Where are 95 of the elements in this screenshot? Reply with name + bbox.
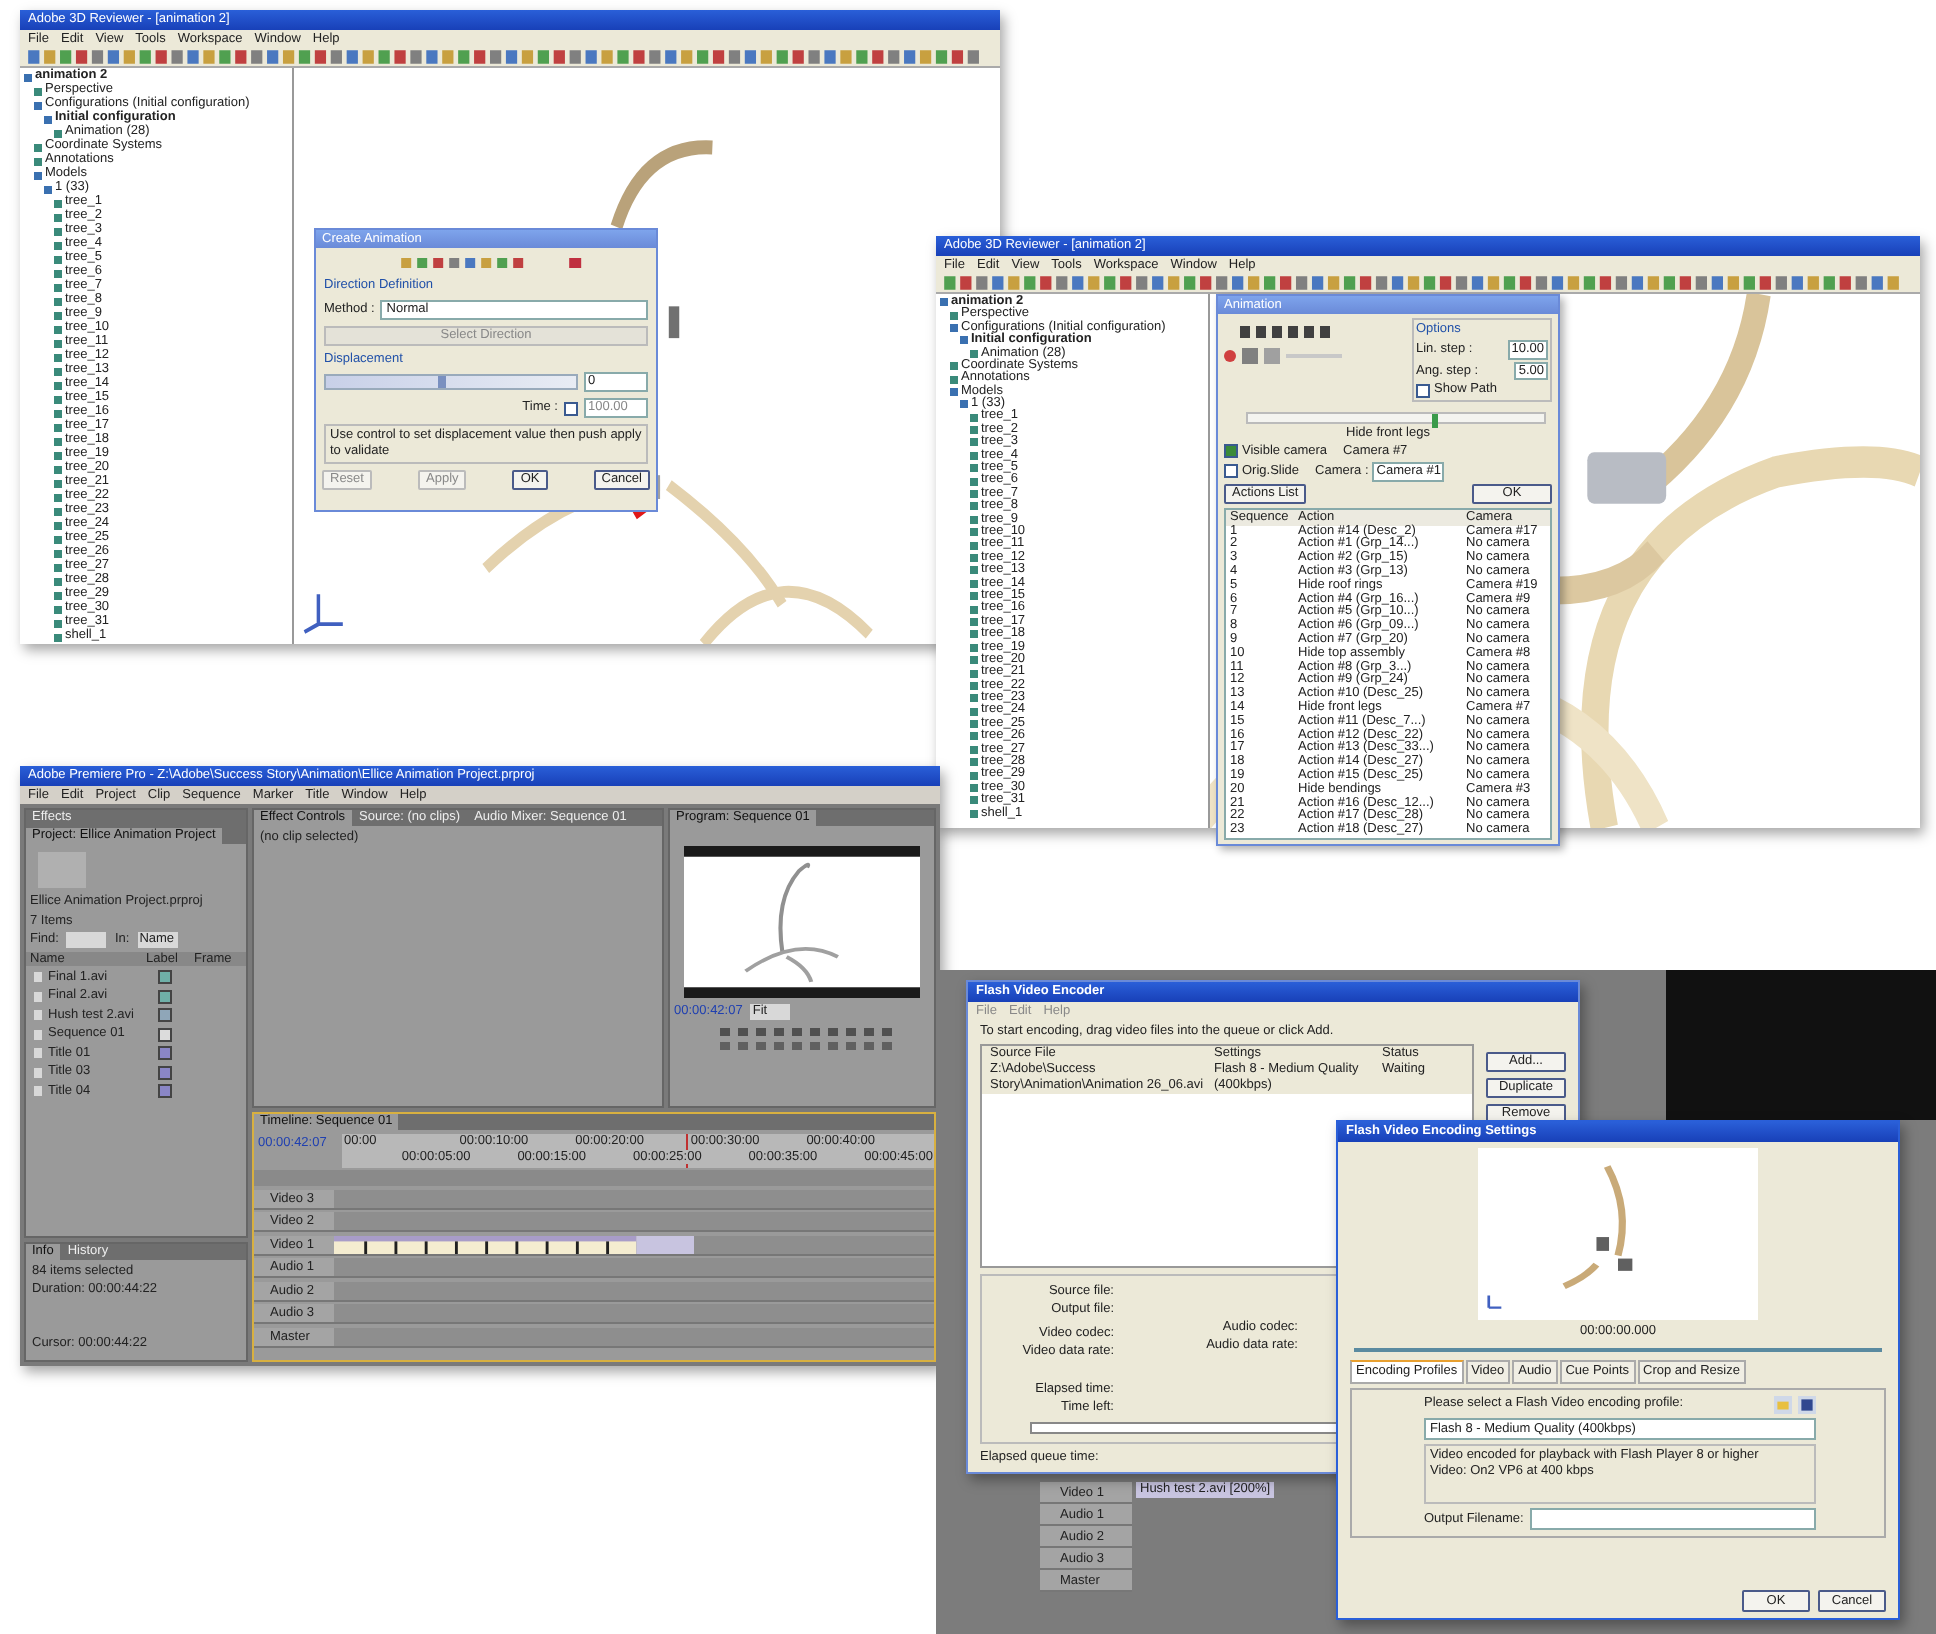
node-icon [54, 339, 62, 347]
node-icon [970, 681, 978, 690]
node-icon [54, 213, 62, 221]
node-icon [970, 694, 978, 703]
node-icon [34, 101, 42, 109]
node-icon [950, 387, 958, 396]
node-icon [970, 490, 978, 499]
node-icon [950, 311, 958, 320]
node-icon [54, 591, 62, 599]
displacement-slider[interactable] [324, 374, 578, 391]
orig-slide-checkbox[interactable] [1224, 464, 1238, 479]
save-icon[interactable] [1798, 1395, 1816, 1414]
node-icon [970, 349, 978, 358]
node-icon [54, 269, 62, 277]
node-icon [970, 809, 978, 818]
node-icon [54, 465, 62, 473]
node-icon [970, 745, 978, 754]
node-icon [54, 563, 62, 571]
node-icon [54, 241, 62, 249]
node-icon [970, 617, 978, 626]
time-checkbox[interactable] [564, 401, 578, 416]
node-icon [970, 771, 978, 780]
node-icon [970, 643, 978, 652]
node-icon [940, 298, 948, 307]
node-icon [54, 255, 62, 263]
node-icon [34, 157, 42, 165]
node-icon [970, 566, 978, 575]
node-icon [970, 528, 978, 537]
node-icon [970, 720, 978, 729]
node-icon [970, 707, 978, 716]
node-icon [54, 283, 62, 291]
node-icon [970, 541, 978, 550]
node-icon [970, 656, 978, 665]
node-icon [54, 227, 62, 235]
slider-thumb[interactable] [438, 376, 447, 389]
node-icon [970, 592, 978, 601]
node-icon [970, 605, 978, 614]
node-icon [970, 784, 978, 793]
node-icon [970, 502, 978, 511]
node-icon [34, 171, 42, 179]
visible-camera-checkbox[interactable] [1224, 444, 1238, 459]
node-icon [970, 796, 978, 805]
node-icon [960, 400, 968, 409]
node-icon [34, 87, 42, 95]
node-icon [970, 732, 978, 741]
node-icon [44, 185, 52, 193]
node-icon [970, 438, 978, 447]
node-icon [54, 577, 62, 585]
node-icon [54, 367, 62, 375]
node-icon [54, 409, 62, 417]
node-icon [54, 521, 62, 529]
toolbar-drawing[interactable] [1224, 348, 1344, 364]
node-icon [54, 311, 62, 319]
slider-thumb[interactable] [1431, 414, 1438, 429]
node-icon [970, 669, 978, 678]
node-icon [54, 353, 62, 361]
node-icon [950, 323, 958, 332]
node-icon [970, 515, 978, 524]
node-icon [54, 451, 62, 459]
node-icon [54, 381, 62, 389]
node-icon [54, 423, 62, 431]
node-icon [54, 479, 62, 487]
node-icon [970, 464, 978, 473]
show-path-checkbox[interactable] [1416, 383, 1430, 398]
node-icon [54, 493, 62, 501]
node-icon [960, 336, 968, 345]
node-icon [54, 549, 62, 557]
node-icon [24, 73, 32, 81]
node-icon [54, 325, 62, 333]
node-icon [44, 115, 52, 123]
node-icon [970, 413, 978, 422]
node-icon [54, 619, 62, 627]
node-icon [950, 375, 958, 384]
node-icon [54, 633, 62, 641]
node-icon [970, 579, 978, 588]
node-icon [54, 199, 62, 207]
step-slider[interactable] [1246, 412, 1546, 425]
node-icon [970, 630, 978, 639]
node-icon [970, 426, 978, 435]
node-icon [54, 437, 62, 445]
node-icon [970, 477, 978, 486]
node-icon [54, 605, 62, 613]
node-icon [970, 451, 978, 460]
find-field[interactable] [66, 932, 107, 949]
node-icon [54, 535, 62, 543]
node-icon [54, 507, 62, 515]
scrubber-track[interactable] [1354, 1347, 1882, 1352]
node-icon [54, 129, 62, 137]
node-icon [950, 362, 958, 371]
node-icon [54, 395, 62, 403]
node-icon [970, 758, 978, 767]
node-icon [970, 554, 978, 562]
output-filename-field[interactable] [1529, 1508, 1816, 1531]
node-icon [54, 297, 62, 305]
node-icon [34, 143, 42, 151]
